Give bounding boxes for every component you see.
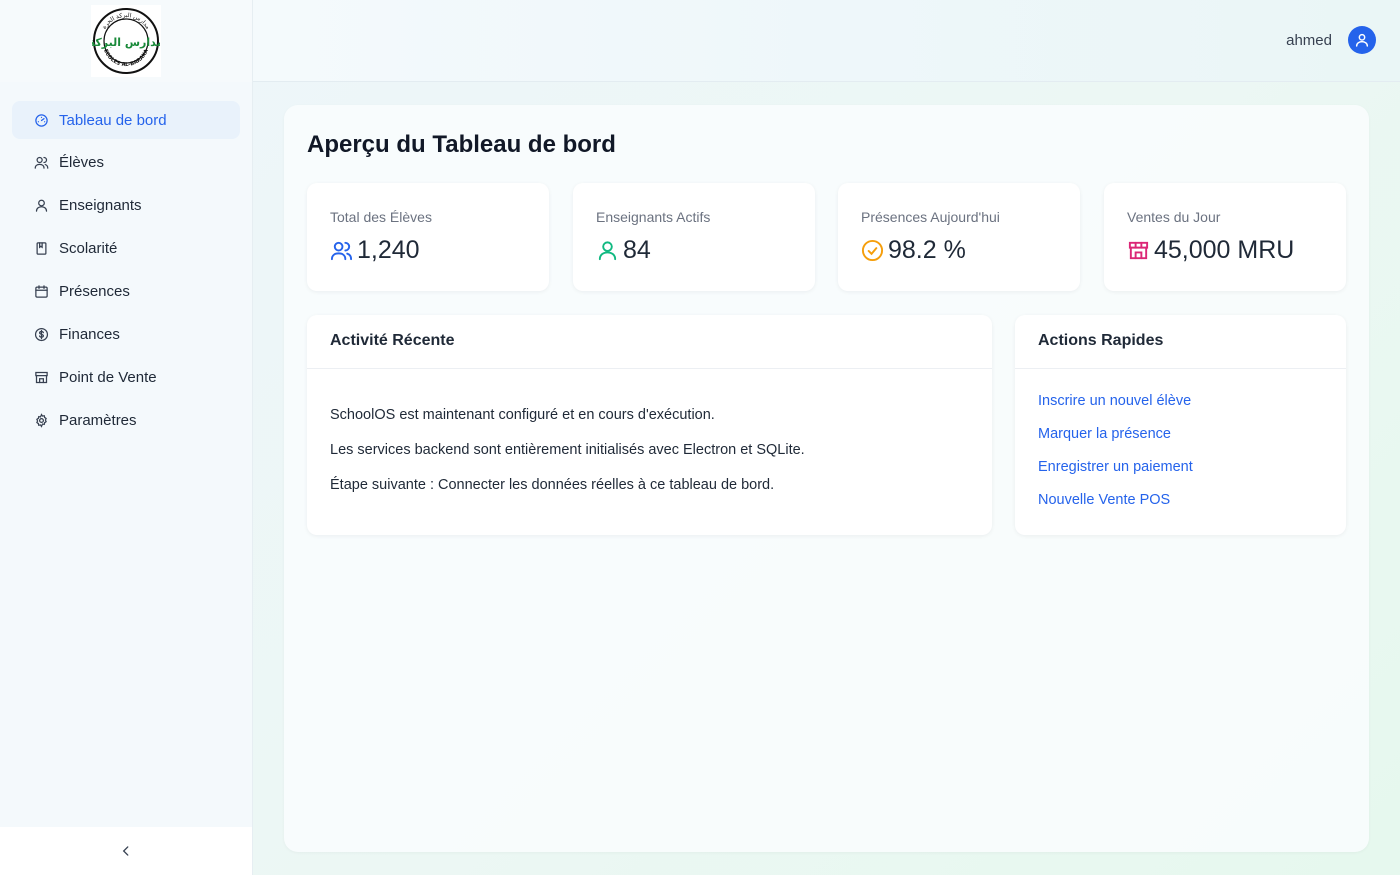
stat-card-sales: Ventes du Jour 45,000 MRU: [1104, 183, 1346, 291]
sidebar-item-label: Tableau de bord: [59, 111, 167, 129]
sidebar-item-dashboard[interactable]: Tableau de bord: [12, 101, 240, 139]
teacher-icon: [35, 199, 48, 213]
recent-activity-title: Activité Récente: [330, 332, 455, 349]
sidebar-nav: Tableau de bord Élèves Enseignants Scola…: [12, 101, 240, 444]
stat-value: 84: [623, 235, 651, 264]
stat-value: 1,240: [357, 235, 420, 264]
main-panel: Aperçu du Tableau de bord Total des Élèv…: [284, 105, 1369, 852]
students-icon: [34, 157, 49, 170]
recent-activity-card: Activité Récente SchoolOS est maintenant…: [307, 315, 992, 535]
sidebar: Tableau de bord Élèves Enseignants Scola…: [0, 82, 253, 875]
dashboard-icon: [35, 113, 48, 127]
user-menu[interactable]: ahmed: [1286, 25, 1376, 55]
sidebar-item-settings[interactable]: Paramètres: [12, 401, 240, 439]
user-name: ahmed: [1286, 31, 1332, 49]
school-logo[interactable]: مدارس البركة الحرة ECOLES AL-BARAKA مدار…: [91, 5, 161, 77]
stat-value-row: 84: [596, 235, 651, 265]
quick-actions-title: Actions Rapides: [1038, 332, 1164, 349]
top-header: مدارس البركة الحرة ECOLES AL-BARAKA مدار…: [0, 0, 1400, 82]
quick-actions-card: Actions Rapides Inscrire un nouvel élève…: [1015, 315, 1346, 535]
sidebar-item-label: Point de Vente: [59, 368, 157, 386]
store-icon: [35, 371, 48, 383]
activity-line: Étape suivante : Connecter les données r…: [330, 477, 775, 493]
book-icon: [36, 242, 47, 255]
record-payment-link[interactable]: Enregistrer un paiement: [1038, 459, 1193, 475]
students-icon: [330, 241, 353, 260]
page-title: Aperçu du Tableau de bord: [307, 131, 616, 158]
sidebar-item-label: Présences: [59, 283, 130, 301]
stat-label: Présences Aujourd'hui: [861, 209, 1000, 225]
dollar-circle-icon: [34, 327, 49, 342]
stat-value-row: 98.2 %: [861, 235, 966, 265]
stat-card-teachers: Enseignants Actifs 84: [573, 183, 815, 291]
mark-attendance-link[interactable]: Marquer la présence: [1038, 426, 1171, 442]
stat-label: Ventes du Jour: [1127, 209, 1221, 225]
stat-value-row: 45,000 MRU: [1127, 235, 1294, 265]
sidebar-item-label: Scolarité: [59, 240, 118, 258]
sidebar-item-label: Paramètres: [59, 411, 137, 429]
sidebar-item-label: Élèves: [59, 154, 105, 172]
sidebar-item-pos[interactable]: Point de Vente: [12, 358, 240, 396]
stat-value-row: 1,240: [330, 235, 420, 265]
activity-line: Les services backend sont entièrement in…: [330, 442, 805, 458]
sidebar-item-label: Finances: [59, 325, 120, 343]
activity-line: SchoolOS est maintenant configuré et en …: [330, 407, 715, 423]
calendar-icon: [35, 285, 48, 298]
enroll-student-link[interactable]: Inscrire un nouvel élève: [1038, 393, 1191, 409]
sidebar-item-schooling[interactable]: Scolarité: [12, 230, 240, 268]
stat-card-students: Total des Élèves 1,240: [307, 183, 549, 291]
user-avatar-icon[interactable]: [1348, 26, 1376, 54]
gear-icon: [36, 412, 47, 428]
divider: [1015, 368, 1346, 369]
divider: [307, 368, 992, 369]
stat-value: 45,000 MRU: [1154, 235, 1295, 264]
svg-text:مدارس البركة: مدارس البركة: [92, 36, 160, 49]
new-pos-sale-link[interactable]: Nouvelle Vente POS: [1038, 492, 1170, 508]
store-icon: [1128, 241, 1149, 259]
sidebar-item-attendance[interactable]: Présences: [12, 273, 240, 311]
stat-value: 98.2 %: [888, 235, 966, 264]
sidebar-collapse-button[interactable]: [0, 827, 252, 875]
chevron-left-icon: [122, 846, 129, 856]
sidebar-item-students[interactable]: Élèves: [12, 144, 240, 182]
sidebar-item-finances[interactable]: Finances: [12, 315, 240, 353]
check-circle-icon: [861, 239, 884, 261]
stat-card-attendance: Présences Aujourd'hui 98.2 %: [838, 183, 1080, 291]
sidebar-item-label: Enseignants: [59, 197, 142, 215]
teacher-icon: [598, 240, 617, 260]
stat-label: Total des Élèves: [330, 209, 432, 225]
sidebar-item-teachers[interactable]: Enseignants: [12, 187, 240, 225]
logo-area: مدارس البركة الحرة ECOLES AL-BARAKA مدار…: [0, 0, 253, 82]
stat-label: Enseignants Actifs: [596, 209, 711, 225]
